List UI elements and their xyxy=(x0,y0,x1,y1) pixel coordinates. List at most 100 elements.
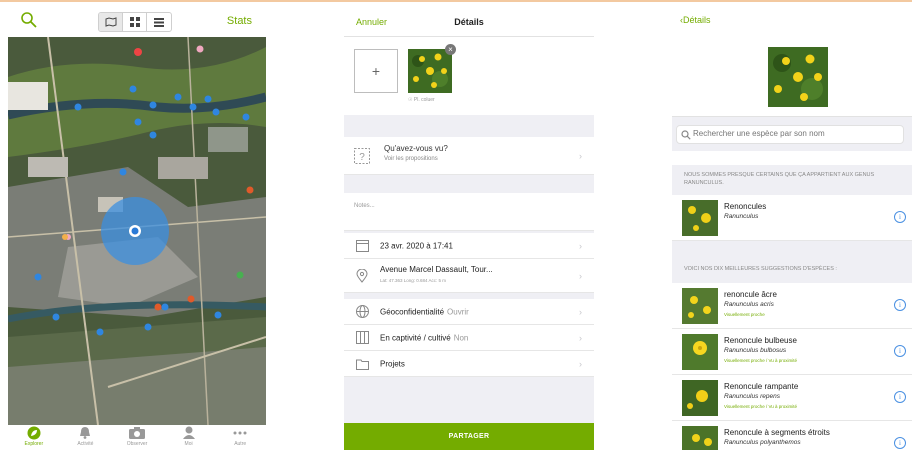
person-icon xyxy=(182,426,195,439)
add-photo-button[interactable]: + xyxy=(354,49,398,93)
species-common-name: Renoncule rampante xyxy=(724,382,799,391)
satellite-map[interactable] xyxy=(8,37,266,425)
location-pin-icon xyxy=(354,268,370,284)
observation-photo-preview xyxy=(672,37,912,117)
tab-moi[interactable]: Moi xyxy=(164,425,214,447)
tab-observer[interactable]: Observer xyxy=(112,425,162,447)
back-button[interactable]: ‹Détails xyxy=(680,15,711,25)
top-accent-line xyxy=(0,0,912,2)
what-did-you-see-row[interactable]: ? Qu'avez-vous vu? Voir les propositions… xyxy=(344,137,594,175)
explore-map-screen: Stats Explorer Activité Observer Moi Aut… xyxy=(8,3,266,450)
tab-autre[interactable]: Autre xyxy=(215,425,265,447)
projects-label: Projets xyxy=(380,359,405,368)
globe-icon xyxy=(354,304,370,320)
remove-photo-icon[interactable]: × xyxy=(445,44,456,55)
chevron-right-icon: › xyxy=(579,150,582,161)
search-icon[interactable] xyxy=(20,11,38,29)
species-thumbnail xyxy=(682,380,718,416)
info-icon[interactable]: i xyxy=(894,299,906,311)
geoprivacy-row[interactable]: Géoconfidentialité Ouvrir › xyxy=(344,299,594,325)
captive-label: En captivité / cultivé xyxy=(380,333,451,342)
leaf-icon xyxy=(27,426,41,439)
geoprivacy-value: Ouvrir xyxy=(447,307,469,316)
species-common-name: Renoncules xyxy=(724,202,767,211)
species-thumbnail xyxy=(682,334,718,370)
cover-photo-label: ☉ Pl. coluer xyxy=(408,97,435,103)
what-seen-title: Qu'avez-vous vu? xyxy=(384,144,448,153)
location-row[interactable]: Avenue Marcel Dassault, Tour... Lat: 47.… xyxy=(344,259,594,293)
projects-row[interactable]: Projets › xyxy=(344,351,594,377)
species-scientific-name: Ranunculus acris xyxy=(724,301,774,308)
species-search-input[interactable] xyxy=(693,129,893,138)
list-view-icon[interactable] xyxy=(147,13,171,31)
info-icon[interactable]: i xyxy=(894,211,906,223)
search-icon xyxy=(681,130,691,140)
tab-activite[interactable]: Activité xyxy=(60,425,110,447)
suggestions-section-header: VOICI NOS DIX MEILLEURES SUGGESTIONS D'E… xyxy=(672,241,912,283)
photo-strip: + × ☉ Pl. coluer xyxy=(344,37,594,115)
captive-row[interactable]: En captivité / cultivé Non › xyxy=(344,325,594,351)
bottom-tab-bar: Explorer Activité Observer Moi Autre xyxy=(8,425,266,450)
species-suggestion-row[interactable]: Renoncule bulbeuse Ranunculus bulbosus V… xyxy=(672,329,912,375)
species-common-name: Renoncule bulbeuse xyxy=(724,336,797,345)
species-scientific-name: Ranunculus xyxy=(724,213,759,220)
species-suggestion-row[interactable]: renoncule âcre Ranunculus acris Visuelle… xyxy=(672,283,912,329)
species-match-tag: Visuellement proche / Vu à proximité xyxy=(724,358,798,363)
view-toggle xyxy=(98,12,172,32)
page-title: Détails xyxy=(454,17,484,27)
map-toolbar: Stats xyxy=(8,3,266,37)
species-thumbnail xyxy=(682,288,718,324)
details-header: Annuler Détails xyxy=(344,3,594,37)
notes-field[interactable]: Notes... xyxy=(344,193,594,231)
stats-link[interactable]: Stats xyxy=(227,15,252,27)
chevron-right-icon: › xyxy=(579,270,582,281)
captive-value: Non xyxy=(453,333,469,342)
geoprivacy-label: Géoconfidentialité xyxy=(380,307,445,316)
svg-text:?: ? xyxy=(359,152,365,163)
species-search-box xyxy=(676,125,904,144)
genus-section-header: NOUS SOMMES PRESQUE CERTAINS QUE ÇA APPA… xyxy=(672,165,912,195)
notes-placeholder: Notes... xyxy=(354,203,375,209)
genus-suggestion-row[interactable]: Renoncules Ranunculus i xyxy=(672,195,912,241)
photo-preview-image xyxy=(768,47,828,107)
what-seen-subtitle: Voir les propositions xyxy=(384,156,438,162)
calendar-icon xyxy=(354,238,370,254)
date-row[interactable]: 23 avr. 2020 à 17:41 › xyxy=(344,233,594,259)
species-suggestion-row[interactable]: Renoncule à segments étroits Ranunculus … xyxy=(672,421,912,450)
chevron-right-icon: › xyxy=(579,332,582,343)
camera-icon xyxy=(128,426,145,439)
observation-details-screen: Annuler Détails + × ☉ Pl. coluer ? Qu'av… xyxy=(344,3,594,450)
captive-icon xyxy=(354,330,370,346)
more-icon xyxy=(233,431,247,434)
species-scientific-name: Ranunculus polyanthemos xyxy=(724,439,801,446)
species-scientific-name: Ranunculus repens xyxy=(724,393,781,400)
location-address: Avenue Marcel Dassault, Tour... xyxy=(380,265,493,274)
tab-explorer[interactable]: Explorer xyxy=(9,425,59,447)
species-common-name: renoncule âcre xyxy=(724,290,777,299)
chevron-right-icon: › xyxy=(579,306,582,317)
species-suggestion-row[interactable]: Renoncule rampante Ranunculus repens Vis… xyxy=(672,375,912,421)
grid-view-icon[interactable] xyxy=(123,13,147,31)
folder-icon xyxy=(354,356,370,372)
share-button[interactable]: PARTAGER xyxy=(344,423,594,450)
info-icon[interactable]: i xyxy=(894,437,906,449)
species-thumbnail xyxy=(682,426,718,450)
chevron-right-icon: › xyxy=(579,240,582,251)
bell-icon xyxy=(80,427,91,439)
location-coordinates: Lat: 47.363 Long: 0.684 Acc: 5 m xyxy=(380,278,447,283)
suggestions-header: ‹Détails xyxy=(672,3,912,37)
chevron-right-icon: › xyxy=(579,358,582,369)
species-scientific-name: Ranunculus bulbosus xyxy=(724,347,787,354)
map-view-icon[interactable] xyxy=(99,13,123,31)
species-unknown-icon: ? xyxy=(354,147,370,164)
species-match-tag: Visuellement proche xyxy=(724,312,765,317)
back-label: Détails xyxy=(683,15,711,25)
info-icon[interactable]: i xyxy=(894,391,906,403)
species-suggestions-screen: ‹Détails NOUS SOMMES PRESQUE CERTAINS QU… xyxy=(672,3,912,450)
date-value: 23 avr. 2020 à 17:41 xyxy=(380,241,453,250)
species-thumbnail xyxy=(682,200,718,236)
observation-photo[interactable] xyxy=(408,49,452,93)
species-match-tag: Visuellement proche / Vu à proximité xyxy=(724,404,798,409)
info-icon[interactable]: i xyxy=(894,345,906,357)
species-common-name: Renoncule à segments étroits xyxy=(724,428,830,437)
